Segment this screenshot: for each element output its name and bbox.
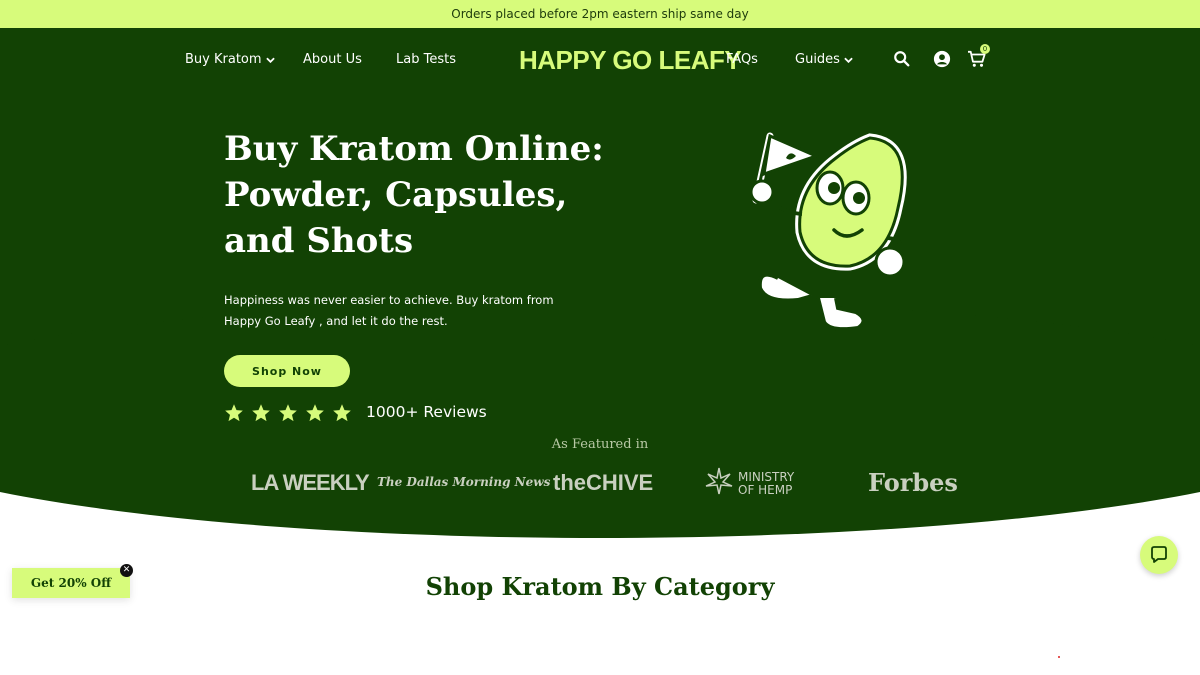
- logo-text: HAPPY GO LEAFY: [519, 45, 742, 75]
- ministry-of-hemp-text: MINISTRY OF HEMP: [738, 470, 795, 497]
- reviews-count[interactable]: 1000+ Reviews: [366, 403, 487, 421]
- close-icon[interactable]: ✕: [120, 564, 133, 577]
- as-featured-in-label: As Featured in: [551, 437, 649, 452]
- chevron-down-icon: [844, 56, 853, 66]
- cart-count-badge: 0: [980, 44, 990, 54]
- hero-subtitle: Happiness was never easier to achieve. B…: [224, 293, 554, 328]
- nav-guides[interactable]: Guides: [795, 52, 853, 67]
- cart-count: 0: [982, 45, 988, 53]
- star-icon: [279, 404, 297, 422]
- hemp-leaf-icon: [705, 467, 733, 495]
- hero-curve: [0, 300, 1200, 538]
- press-logo-the-chive: theCHIVE: [553, 470, 654, 495]
- nav-about-us-label: About Us: [303, 52, 362, 67]
- star-icon: [306, 404, 324, 422]
- press-logo-la-weekly: LA WEEKLY: [251, 470, 370, 495]
- promo-label: Get 20% Off: [30, 576, 112, 590]
- press-logo-dallas-morning-news: The Dallas Morning News: [377, 475, 551, 489]
- chat-widget-button[interactable]: [1140, 536, 1178, 574]
- chevron-down-icon: [265, 56, 275, 66]
- rating-stars: [224, 403, 352, 423]
- shop-now-button[interactable]: Shop Now: [224, 355, 350, 387]
- account-icon[interactable]: [933, 50, 953, 70]
- chat-icon: [1151, 546, 1167, 563]
- press-logo-forbes: Forbes: [868, 468, 958, 497]
- nav-guides-label: Guides: [795, 52, 840, 67]
- star-icon: [225, 404, 243, 422]
- decorative-dot: [1058, 656, 1060, 658]
- star-icon: [252, 404, 270, 422]
- nav-lab-tests-label: Lab Tests: [396, 52, 456, 67]
- nav-buy-kratom-label: Buy Kratom: [185, 52, 262, 67]
- promo-close-glyph: ✕: [122, 565, 131, 575]
- page: Orders placed before 2pm eastern ship sa…: [0, 0, 1200, 675]
- nav-faqs-label: FAQs: [726, 52, 758, 67]
- shop-now-label: Shop Now: [252, 364, 322, 378]
- nav-lab-tests[interactable]: Lab Tests: [396, 52, 456, 67]
- search-icon[interactable]: [893, 50, 913, 70]
- hero-title: Buy Kratom Online: Powder, Capsules, and…: [224, 129, 604, 261]
- nav-faqs[interactable]: FAQs: [726, 52, 758, 67]
- nav-buy-kratom[interactable]: Buy Kratom: [185, 52, 275, 67]
- star-icon: [333, 404, 351, 422]
- discount-promo-tab[interactable]: Get 20% Off: [12, 568, 130, 598]
- leaf-mascot-illustration: [749, 132, 907, 332]
- announcement-text: Orders placed before 2pm eastern ship sa…: [451, 7, 749, 21]
- site-logo[interactable]: HAPPY GO LEAFY: [519, 44, 742, 76]
- announcement-bar: Orders placed before 2pm eastern ship sa…: [0, 0, 1200, 28]
- nav-about-us[interactable]: About Us: [303, 52, 362, 67]
- press-logo-ministry-of-hemp: MINISTRY OF HEMP: [738, 471, 810, 497]
- shop-by-category-title: Shop Kratom By Category: [425, 572, 775, 601]
